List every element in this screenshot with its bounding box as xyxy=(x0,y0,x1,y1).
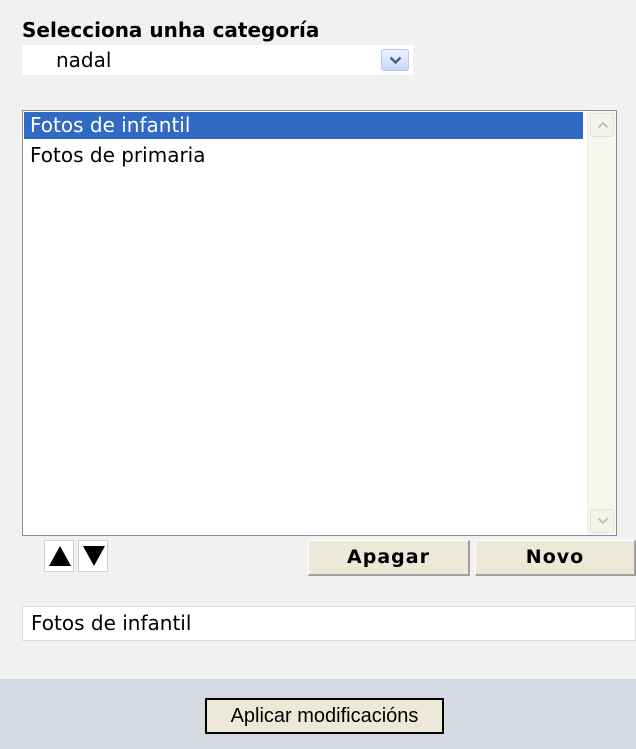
gallery-list[interactable]: Fotos de infantil Fotos de primaria xyxy=(22,110,617,536)
name-field[interactable]: Fotos de infantil xyxy=(22,606,636,641)
delete-button[interactable]: Apagar xyxy=(308,540,470,576)
category-select[interactable]: nadal xyxy=(22,45,413,75)
scroll-down-button[interactable] xyxy=(590,509,614,533)
new-button[interactable]: Novo xyxy=(475,540,636,576)
list-scrollbar[interactable] xyxy=(587,111,616,535)
triangle-down-icon xyxy=(83,546,105,566)
chevron-up-icon xyxy=(597,121,609,129)
chevron-down-icon xyxy=(597,517,609,525)
move-down-button[interactable] xyxy=(78,540,108,572)
chevron-down-icon xyxy=(389,56,402,65)
category-label: Selecciona unha categoría xyxy=(22,18,320,42)
list-item[interactable]: Fotos de primaria xyxy=(24,142,583,169)
triangle-up-icon xyxy=(49,546,71,566)
category-select-value: nadal xyxy=(56,48,112,72)
move-up-button[interactable] xyxy=(44,540,74,572)
apply-changes-button[interactable]: Aplicar modificacións xyxy=(205,698,444,734)
list-item[interactable]: Fotos de infantil xyxy=(24,112,583,139)
dropdown-button[interactable] xyxy=(381,49,409,71)
scroll-up-button[interactable] xyxy=(590,113,614,137)
